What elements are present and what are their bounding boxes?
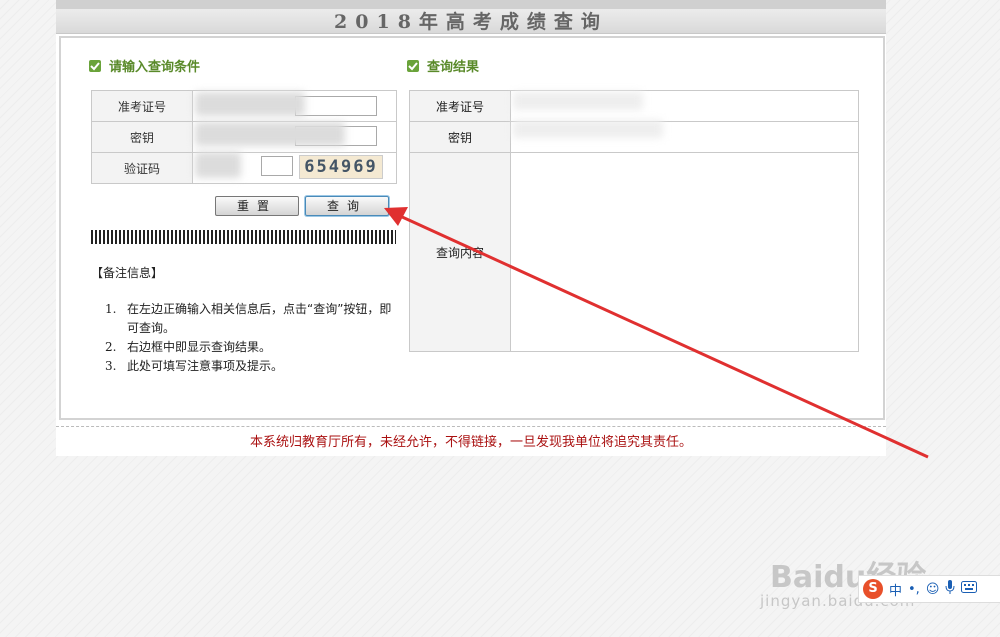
ime-chinese-mode[interactable]: 中	[889, 580, 902, 599]
annotation-arrow	[384, 207, 929, 459]
arrow-line	[399, 214, 929, 459]
ime-toolbar[interactable]: S 中 •, ☺	[858, 575, 1000, 603]
ime-logo-icon[interactable]: S	[863, 579, 883, 599]
mic-icon[interactable]	[945, 580, 955, 598]
ime-punctuation[interactable]: •,	[908, 582, 920, 597]
ime-emoji-icon[interactable]: ☺	[926, 582, 940, 597]
keyboard-icon[interactable]	[961, 581, 978, 597]
